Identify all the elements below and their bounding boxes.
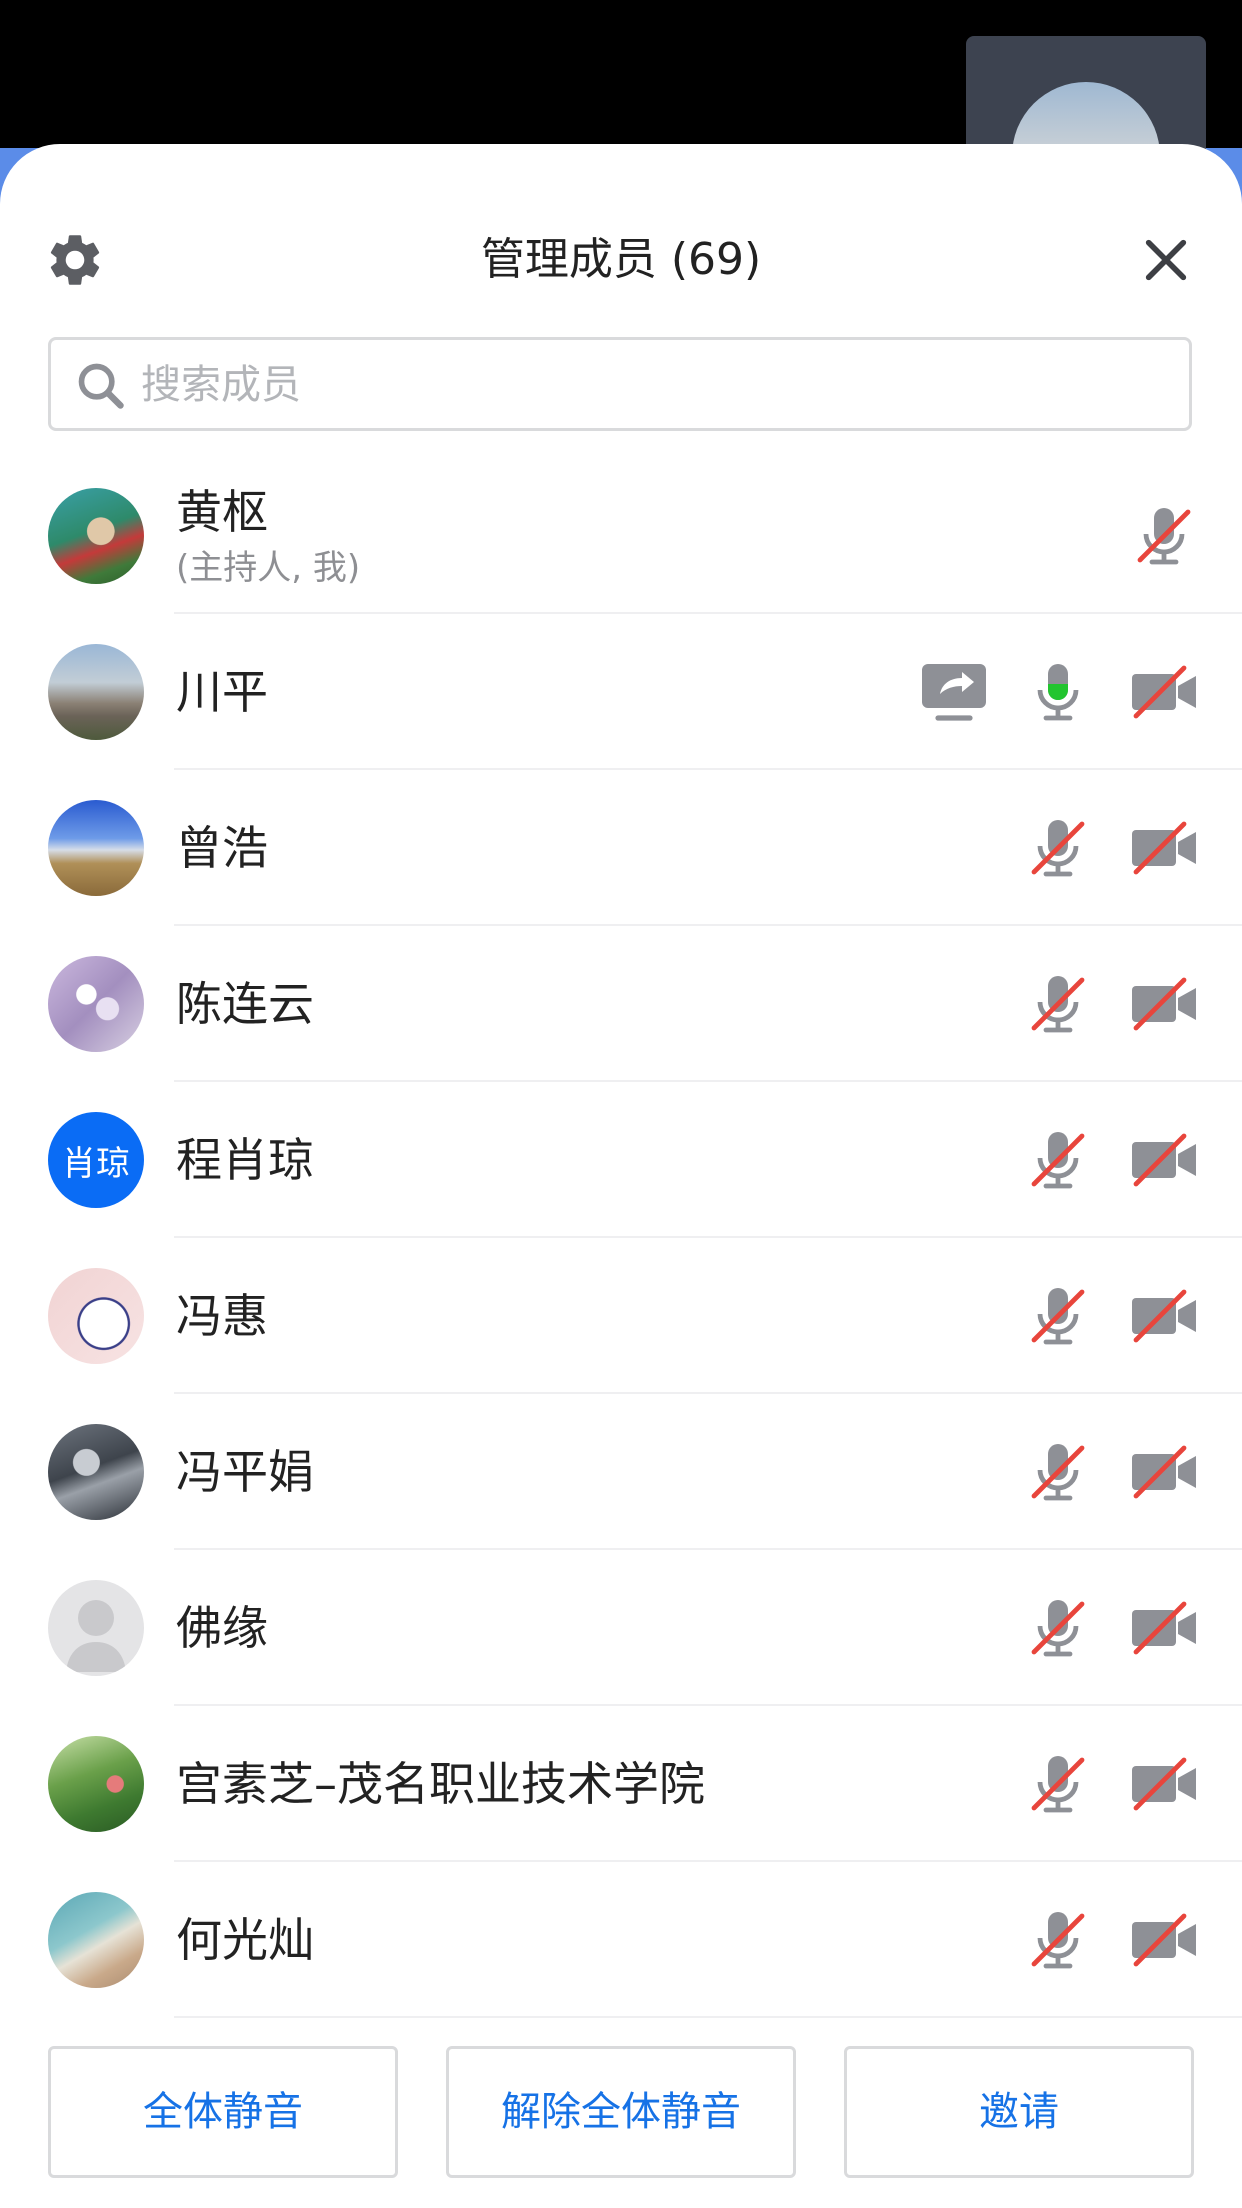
member-row[interactable]: 冯惠 [0,1238,1242,1394]
member-name: 冯平娟 [176,1445,314,1499]
unmute-all-button[interactable]: 解除全体静音 [446,2046,796,2178]
member-name: 程肖琼 [176,1133,314,1187]
member-name: 陈连云 [176,977,314,1031]
mic-muted-icon[interactable] [1022,968,1094,1040]
member-name: 冯惠 [176,1289,268,1343]
avatar [48,1424,144,1520]
mic-muted-icon[interactable] [1022,1280,1094,1352]
member-row[interactable]: 佛缘 [0,1550,1242,1706]
mic-muted-icon[interactable] [1022,1592,1094,1664]
camera-off-icon[interactable] [1128,656,1200,728]
mic-muted-icon[interactable] [1022,812,1094,884]
avatar [48,488,144,584]
footer-actions: 全体静音 解除全体静音 邀请 [0,2046,1242,2208]
avatar [48,956,144,1052]
member-row[interactable]: 曾浩 [0,770,1242,926]
mute-all-button[interactable]: 全体静音 [48,2046,398,2178]
member-row[interactable]: 陈连云 [0,926,1242,1082]
member-name: 川平 [176,665,268,719]
mic-muted-icon[interactable] [1022,1124,1094,1196]
member-row[interactable]: 肖琼 程肖琼 [0,1082,1242,1238]
mic-muted-icon[interactable] [1022,1436,1094,1508]
invite-button[interactable]: 邀请 [844,2046,1194,2178]
avatar-initials: 肖琼 [48,1112,144,1208]
default-avatar-icon [48,1580,144,1676]
mic-muted-icon[interactable] [1128,500,1200,572]
mic-active-icon[interactable] [1022,656,1094,728]
camera-off-icon[interactable] [1128,1592,1200,1664]
avatar [48,1268,144,1364]
member-name: 黄枢 [176,485,268,539]
member-list: 黄枢 (主持人, 我) 川平 曾浩 陈连云 肖琼 程肖琼 冯惠 冯平娟 佛缘 宫… [0,458,1242,2018]
member-row[interactable]: 何光灿 [0,1862,1242,2018]
close-icon[interactable] [1140,234,1192,286]
member-row[interactable]: 黄枢 (主持人, 我) [0,458,1242,614]
avatar [48,644,144,740]
member-name: 曾浩 [176,821,268,875]
camera-off-icon[interactable] [1128,1124,1200,1196]
camera-off-icon[interactable] [1128,1904,1200,1976]
camera-off-icon[interactable] [1128,812,1200,884]
member-name: 何光灿 [176,1913,314,1967]
member-row[interactable]: 川平 [0,614,1242,770]
screen-share-icon[interactable] [918,656,990,728]
member-role: (主持人, 我) [176,548,361,588]
camera-off-icon[interactable] [1128,1436,1200,1508]
camera-off-icon[interactable] [1128,1280,1200,1352]
avatar [48,1892,144,1988]
member-row[interactable]: 冯平娟 [0,1394,1242,1550]
page-title: 管理成员 (69) [480,234,762,285]
avatar [48,1736,144,1832]
member-name: 佛缘 [176,1601,268,1655]
search-input[interactable] [139,340,1163,430]
mic-muted-icon[interactable] [1022,1748,1094,1820]
person-silhouette-icon [66,1600,126,1672]
mic-muted-icon[interactable] [1022,1904,1094,1976]
member-name: 宫素芝–茂名职业技术学院 [176,1757,705,1811]
avatar [48,800,144,896]
member-management-sheet: 管理成员 (69) 黄枢 (主持人, 我) 川平 [0,144,1242,2208]
row-divider [174,2016,1242,2018]
camera-off-icon[interactable] [1128,1748,1200,1820]
search-icon [78,363,124,409]
search-box[interactable] [48,337,1192,431]
member-row[interactable]: 宫素芝–茂名职业技术学院 [0,1706,1242,1862]
camera-off-icon[interactable] [1128,968,1200,1040]
